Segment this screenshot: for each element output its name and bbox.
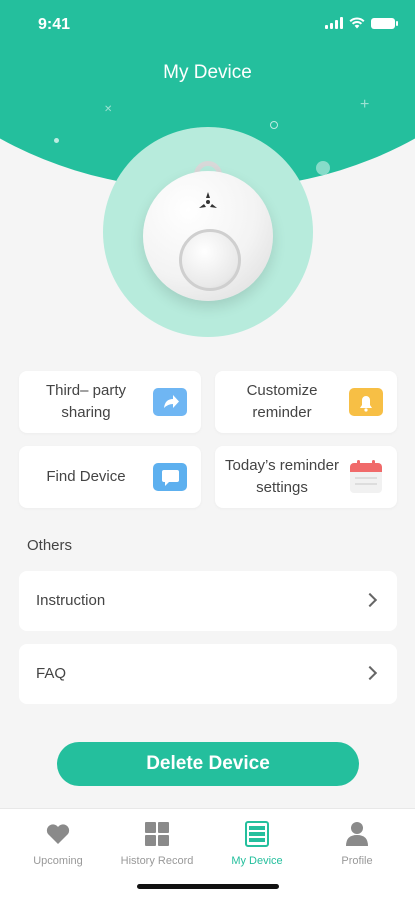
device-icon xyxy=(245,821,269,847)
tab-profile[interactable]: Profile xyxy=(305,817,409,873)
device-button xyxy=(179,229,241,291)
bell-icon xyxy=(349,388,383,416)
battery-icon xyxy=(371,17,398,29)
heart-icon xyxy=(46,824,70,844)
wifi-icon xyxy=(349,17,365,29)
tab-upcoming[interactable]: Upcoming xyxy=(6,817,110,873)
sparkle-decoration: ✕ xyxy=(104,104,113,115)
dot-decoration xyxy=(270,121,278,129)
signal-icon xyxy=(325,17,343,29)
tab-history-record[interactable]: History Record xyxy=(105,817,209,873)
find-device-icon xyxy=(153,463,187,491)
dot-decoration xyxy=(316,161,330,175)
chevron-right-icon xyxy=(362,665,378,681)
card-label: Third– party sharing xyxy=(45,382,127,421)
fan-icon xyxy=(199,192,217,208)
find-device-card[interactable]: Find Device xyxy=(19,446,201,508)
page-title: My Device xyxy=(163,62,252,83)
calendar-icon xyxy=(349,459,383,495)
home-indicator xyxy=(137,884,279,889)
instruction-row[interactable]: Instruction xyxy=(19,571,397,631)
faq-row[interactable]: FAQ xyxy=(19,644,397,704)
instruction-label: Instruction xyxy=(36,592,106,609)
device-header: 9:41 My Device ✕ + xyxy=(0,0,415,340)
dot-decoration xyxy=(54,138,59,143)
customize-reminder-card[interactable]: Customize reminder xyxy=(215,371,397,433)
status-bar: 9:41 xyxy=(0,0,415,50)
card-label: Customize reminder xyxy=(246,382,318,421)
chevron-right-icon xyxy=(362,592,378,608)
person-icon xyxy=(346,822,368,846)
tab-label: History Record xyxy=(120,855,194,867)
today-reminder-settings-card[interactable]: Today’s reminder settings xyxy=(215,446,397,508)
faq-label: FAQ xyxy=(36,665,67,682)
tab-label: Profile xyxy=(341,855,373,867)
others-section-title: Others xyxy=(27,537,73,554)
grid-icon xyxy=(145,822,169,846)
device-image xyxy=(103,127,313,337)
card-label: Today’s reminder settings xyxy=(225,457,339,496)
status-time: 9:41 xyxy=(38,16,71,33)
device-tracker xyxy=(143,171,273,301)
third-party-sharing-card[interactable]: Third– party sharing xyxy=(19,371,201,433)
sparkle-decoration: + xyxy=(360,96,370,113)
status-icons xyxy=(325,17,398,29)
tab-my-device[interactable]: My Device xyxy=(205,817,309,873)
tab-label: My Device xyxy=(231,855,283,867)
card-label: Find Device xyxy=(46,468,126,486)
share-icon xyxy=(153,388,187,416)
delete-device-button[interactable]: Delete Device xyxy=(57,742,359,786)
tab-label: Upcoming xyxy=(33,855,83,867)
